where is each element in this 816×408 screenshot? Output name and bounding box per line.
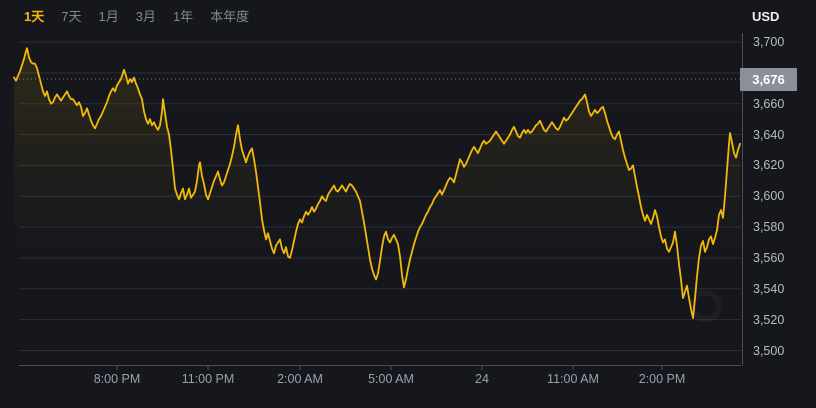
x-axis-label: 24 (442, 372, 522, 387)
y-axis-label: 3,660 (753, 96, 803, 112)
y-axis-label: 3,620 (753, 157, 803, 173)
x-axis-label: 5:00 AM (351, 372, 431, 387)
y-axis-label: 3,520 (753, 312, 803, 328)
price-chart-panel: 1天7天1月3月1年本年度 USD 3,7003,6803,6603,6403,… (0, 0, 816, 408)
y-axis-label: 3,700 (753, 34, 803, 50)
y-axis-label: 3,600 (753, 188, 803, 204)
x-axis-label: 2:00 PM (622, 372, 702, 387)
y-axis-label: 3,580 (753, 219, 803, 235)
price-line-chart[interactable] (0, 0, 816, 408)
x-axis-label: 2:00 AM (260, 372, 340, 387)
x-axis-label: 11:00 AM (533, 372, 613, 387)
y-axis-label: 3,500 (753, 343, 803, 359)
y-axis-label: 3,560 (753, 250, 803, 266)
y-axis-label: 3,540 (753, 281, 803, 297)
price-badge: 3,676 (740, 68, 797, 91)
x-axis-label: 8:00 PM (77, 372, 157, 387)
x-axis-label: 11:00 PM (168, 372, 248, 387)
y-axis-label: 3,640 (753, 127, 803, 143)
price-area-fill (14, 48, 740, 365)
